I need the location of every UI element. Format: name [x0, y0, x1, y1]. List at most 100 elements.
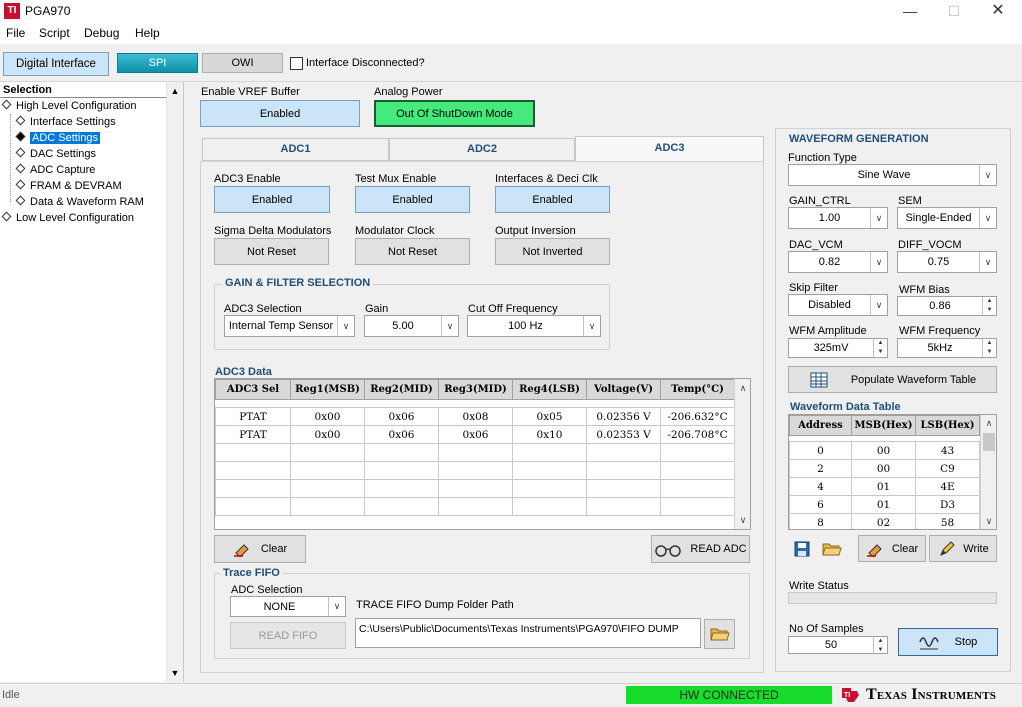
interfaces-deci-button[interactable]: Enabled — [495, 186, 610, 213]
output-inversion-button[interactable]: Not Inverted — [495, 238, 610, 265]
chevron-down-icon: ∨ — [337, 316, 354, 336]
column-header[interactable]: LSB(Hex) — [915, 415, 980, 436]
tree-item-dac-settings[interactable]: DAC Settings — [15, 147, 96, 160]
wfm-frequency-stepper[interactable]: 5kHz ▲ ▼ — [897, 338, 997, 358]
analog-power-button[interactable]: Out Of ShutDown Mode — [374, 100, 535, 127]
tree-item-fram-devram[interactable]: FRAM & DEVRAM — [15, 179, 122, 192]
tree-item-adc-capture[interactable]: ADC Capture — [15, 163, 95, 176]
gain-ctrl-dropdown[interactable]: 1.00 ∨ — [788, 207, 888, 229]
column-header[interactable]: Reg2(MID) — [364, 379, 439, 400]
adc3-data-table: ADC3 Sel Reg1(MSB) Reg2(MID) Reg3(MID) R… — [215, 379, 735, 516]
column-header[interactable]: ADC3 Sel — [215, 379, 291, 400]
stepper-arrows-icon[interactable]: ▲ ▼ — [873, 339, 887, 357]
tree-scrollbar[interactable]: ▲ ▼ — [166, 82, 183, 682]
save-icon[interactable] — [793, 541, 811, 557]
chevron-down-icon: ∨ — [979, 208, 996, 228]
spi-button[interactable]: SPI — [117, 53, 198, 73]
modulator-clock-button[interactable]: Not Reset — [355, 238, 470, 265]
minimize-icon[interactable]: — — [888, 0, 932, 23]
scroll-down-icon[interactable]: ▼ — [167, 668, 183, 678]
fifo-path-input[interactable]: C:\Users\Public\Documents\Texas Instrume… — [355, 618, 701, 648]
table-row[interactable]: PTAT 0x00 0x06 0x06 0x10 0.02353 V -206.708°C — [215, 425, 735, 444]
column-header[interactable]: MSB(Hex) — [851, 415, 916, 436]
diff-vocm-dropdown[interactable]: 0.75 ∨ — [897, 251, 997, 273]
adc-clear-button[interactable]: Clear — [214, 535, 306, 563]
maximize-icon[interactable]: ☐ — [932, 0, 976, 23]
vref-buffer-button[interactable]: Enabled — [200, 100, 360, 127]
interface-disconnected-checkbox[interactable] — [290, 57, 303, 70]
table-row[interactable]: 6 01 D3 — [789, 495, 980, 514]
scroll-up-icon[interactable]: ∧ — [981, 418, 996, 429]
table-row[interactable] — [215, 461, 735, 480]
waveform-write-button[interactable]: Write — [929, 535, 997, 562]
open-folder-icon[interactable] — [822, 541, 842, 557]
table-row[interactable]: 8 02 58 — [789, 513, 980, 529]
stepper-arrows-icon[interactable]: ▲ ▼ — [982, 297, 996, 315]
table-row[interactable] — [215, 443, 735, 462]
menu-debug[interactable]: Debug — [84, 26, 119, 40]
owi-button[interactable]: OWI — [202, 53, 283, 73]
test-mux-button[interactable]: Enabled — [355, 186, 470, 213]
column-header[interactable]: Voltage(V) — [586, 379, 661, 400]
tree-item-data-waveform-ram[interactable]: Data & Waveform RAM — [15, 195, 144, 208]
populate-waveform-button[interactable]: Populate Waveform Table — [788, 366, 997, 393]
tab-adc3[interactable]: ADC3 — [575, 136, 764, 162]
adc3-table-scrollbar[interactable]: ∧ ∨ — [734, 379, 750, 529]
stop-button[interactable]: Stop — [898, 628, 998, 656]
read-fifo-button[interactable]: READ FIFO — [230, 622, 346, 649]
pencil-icon — [940, 540, 955, 556]
table-row[interactable] — [215, 497, 735, 516]
wfm-amplitude-stepper[interactable]: 325mV ▲ ▼ — [788, 338, 888, 358]
table-row[interactable]: 2 00 C9 — [789, 459, 980, 478]
digital-interface-button[interactable]: Digital Interface — [3, 52, 109, 76]
tab-adc1[interactable]: ADC1 — [202, 138, 389, 161]
scroll-thumb[interactable] — [983, 433, 995, 451]
tree-item-low-level[interactable]: Low Level Configuration — [1, 211, 134, 224]
menu-file[interactable]: File — [6, 26, 25, 40]
wfm-bias-stepper[interactable]: 0.86 ▲ ▼ — [897, 296, 997, 316]
sem-dropdown[interactable]: Single-Ended ∨ — [897, 207, 997, 229]
adc3-selection-dropdown[interactable]: Internal Temp Sensor ∨ — [224, 315, 355, 337]
close-icon[interactable]: ✕ — [976, 0, 1020, 23]
table-row[interactable]: PTAT 0x00 0x06 0x08 0x05 0.02356 V -206.632°C — [215, 407, 735, 426]
column-header[interactable]: Temp(°C) — [660, 379, 735, 400]
sdm-button[interactable]: Not Reset — [214, 238, 329, 265]
tree-item-adc-settings[interactable]: ADC Settings — [15, 131, 101, 144]
diamond-icon — [1, 99, 12, 110]
tab-adc2[interactable]: ADC2 — [389, 138, 575, 161]
column-header[interactable]: Address — [789, 415, 852, 436]
table-row[interactable]: 0 00 43 — [789, 441, 980, 460]
table-row[interactable]: 4 01 4E — [789, 477, 980, 496]
waveform-clear-button[interactable]: Clear — [858, 535, 926, 562]
read-adc-button[interactable]: READ ADC — [651, 535, 750, 563]
cutoff-dropdown[interactable]: 100 Hz ∨ — [467, 315, 601, 337]
scroll-up-icon[interactable]: ▲ — [167, 86, 183, 96]
browse-folder-button[interactable] — [704, 619, 735, 649]
column-header[interactable]: Reg3(MID) — [438, 379, 513, 400]
menu-script[interactable]: Script — [39, 26, 70, 40]
function-type-dropdown[interactable]: Sine Wave ∨ — [788, 164, 997, 186]
column-header[interactable]: Reg4(LSB) — [512, 379, 587, 400]
tree-item-high-level[interactable]: High Level Configuration — [1, 99, 136, 112]
table-row[interactable] — [215, 479, 735, 498]
column-header[interactable]: Reg1(MSB) — [290, 379, 365, 400]
waveform-table-scrollbar[interactable]: ∧ ∨ — [980, 415, 996, 529]
stepper-arrows-icon[interactable]: ▲ ▼ — [982, 339, 996, 357]
scroll-down-icon[interactable]: ∨ — [981, 516, 996, 527]
adc3-enable-button[interactable]: Enabled — [214, 186, 330, 213]
skip-filter-dropdown[interactable]: Disabled ∨ — [788, 294, 888, 316]
tree-connector — [10, 114, 11, 202]
scroll-down-icon[interactable]: ∨ — [735, 515, 750, 526]
samples-stepper[interactable]: 50 ▲ ▼ — [788, 636, 888, 654]
wfm-frequency-label: WFM Frequency — [899, 325, 981, 337]
stepper-arrows-icon[interactable]: ▲ ▼ — [873, 637, 887, 653]
tree-header-divider — [0, 97, 166, 98]
gain-dropdown[interactable]: 5.00 ∨ — [364, 315, 459, 337]
fifo-adc-selection-dropdown[interactable]: NONE ∨ — [230, 596, 346, 617]
scroll-up-icon[interactable]: ∧ — [735, 383, 750, 394]
tree-item-interface-settings[interactable]: Interface Settings — [15, 115, 116, 128]
menu-help[interactable]: Help — [135, 26, 160, 40]
ti-logo-icon: TI — [839, 686, 861, 704]
dac-vcm-dropdown[interactable]: 0.82 ∨ — [788, 251, 888, 273]
app-logo-icon: TI — [4, 3, 20, 19]
